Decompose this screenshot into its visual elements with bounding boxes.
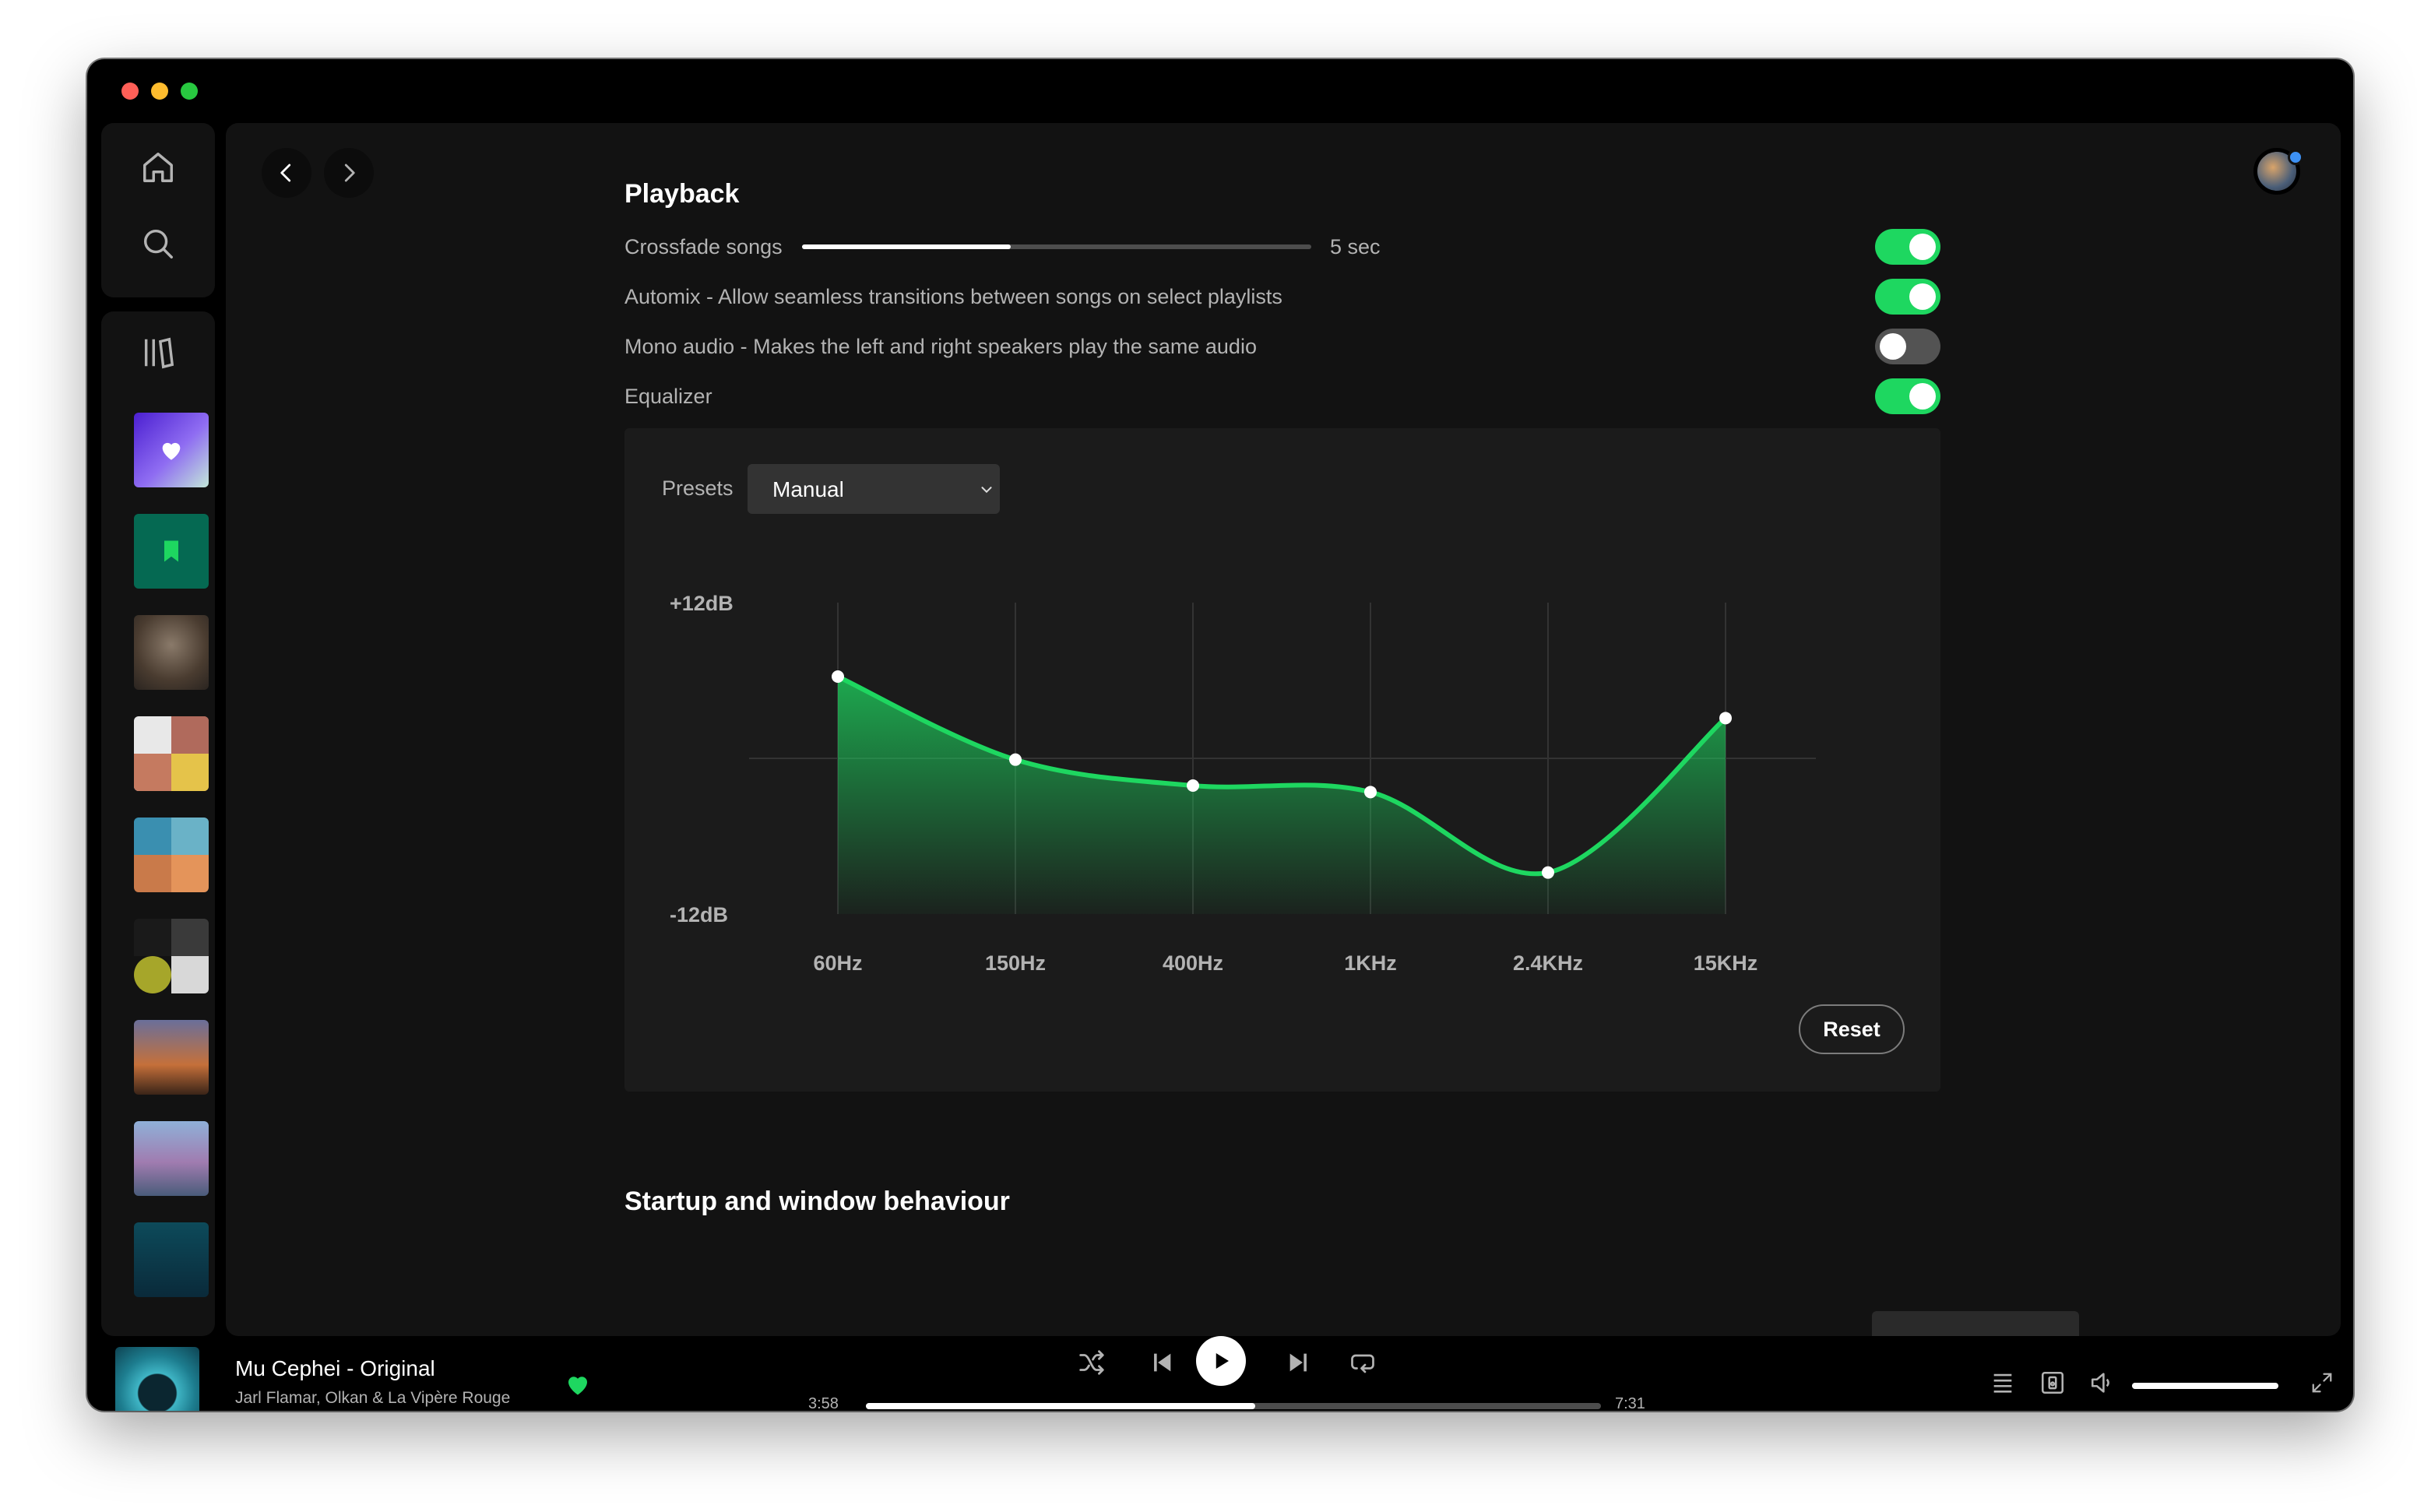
eq-ylabel-bottom: -12dB — [670, 903, 728, 927]
playback-progress-fill — [866, 1403, 1256, 1409]
bookmark-icon — [164, 540, 178, 562]
back-button[interactable] — [262, 148, 311, 198]
playlist-thumb-beach[interactable] — [134, 818, 209, 892]
crossfade-slider[interactable] — [802, 244, 1311, 249]
play-icon — [1216, 1353, 1229, 1369]
playlist-thumb-twenty[interactable] — [134, 919, 209, 993]
next-track-icon[interactable] — [1282, 1345, 1316, 1380]
forward-button[interactable] — [324, 148, 374, 198]
fullscreen-icon[interactable] — [2305, 1366, 2339, 1400]
playlist-thumb-organica[interactable] — [134, 615, 209, 690]
startup-dropdown[interactable] — [1872, 1311, 2079, 1336]
close-window-button[interactable] — [121, 83, 139, 100]
eq-xlabel-15KHz: 15KHz — [1694, 951, 1758, 975]
repeat-icon[interactable] — [1346, 1345, 1380, 1380]
eq-xlabel-150Hz: 150Hz — [985, 951, 1046, 975]
now-playing-title[interactable]: Mu Cephei - Original — [235, 1356, 435, 1381]
eq-ylabel-top: +12dB — [670, 592, 734, 615]
eq-xlabel-1KHz: 1KHz — [1344, 951, 1397, 975]
automix-label: Automix - Allow seamless transitions bet… — [624, 285, 1282, 308]
minimize-window-button[interactable] — [151, 83, 168, 100]
eq-band-handle-60Hz[interactable] — [832, 670, 844, 683]
startup-section-title: Startup and window behaviour — [624, 1187, 1010, 1216]
eq-area — [838, 677, 1726, 914]
eq-xlabel-400Hz: 400Hz — [1163, 951, 1223, 975]
playlist-thumb-sunset[interactable] — [134, 1020, 209, 1095]
eq-band-handle-150Hz[interactable] — [1009, 753, 1022, 766]
crossfade-label: Crossfade songs — [624, 235, 783, 258]
home-icon[interactable] — [139, 148, 178, 187]
eq-band-handle-15KHz[interactable] — [1719, 712, 1732, 725]
saved-episodes-thumb[interactable] — [134, 514, 209, 589]
now-playing-artist[interactable]: Jarl Flamar, Olkan & La Vipère Rouge — [235, 1389, 510, 1408]
liked-songs-thumb[interactable] — [134, 413, 209, 487]
reset-button[interactable]: Reset — [1799, 1004, 1905, 1054]
volume-slider[interactable] — [2132, 1383, 2278, 1389]
crossfade-slider-fill — [802, 244, 1011, 249]
eq-band-handle-1KHz[interactable] — [1364, 786, 1377, 799]
mono-audio-toggle[interactable] — [1875, 329, 1940, 364]
shuffle-icon[interactable] — [1075, 1345, 1109, 1380]
settings-main: Playback Crossfade songs 5 sec Automix -… — [226, 123, 2341, 1336]
crossfade-toggle[interactable] — [1875, 229, 1940, 265]
track-duration: 7:31 — [1615, 1395, 1645, 1411]
automix-toggle[interactable] — [1875, 279, 1940, 315]
playlist-thumb-mix[interactable] — [134, 716, 209, 791]
now-playing-cover[interactable] — [115, 1347, 199, 1411]
playlist-thumb-discover-weekly[interactable] — [134, 1121, 209, 1196]
connect-device-icon[interactable] — [2035, 1366, 2070, 1400]
playback-section-title: Playback — [624, 179, 740, 209]
eq-band-handle-2.4KHz[interactable] — [1542, 866, 1554, 879]
chevron-left-icon — [280, 164, 291, 182]
eq-xlabel-60Hz: 60Hz — [813, 951, 862, 975]
mono-audio-label: Mono audio - Makes the left and right sp… — [624, 335, 1257, 358]
sidebar-nav — [101, 123, 215, 297]
eq-xlabel-2.4KHz: 2.4KHz — [1513, 951, 1583, 975]
library-icon[interactable] — [139, 333, 178, 372]
app-window: Playback Crossfade songs 5 sec Automix -… — [87, 59, 2353, 1411]
equalizer-label: Equalizer — [624, 385, 712, 408]
previous-track-icon[interactable] — [1145, 1345, 1179, 1380]
play-button[interactable] — [1196, 1336, 1246, 1386]
volume-icon[interactable] — [2085, 1366, 2120, 1400]
chevron-right-icon — [344, 164, 355, 182]
crossfade-value: 5 sec — [1330, 235, 1381, 258]
playlist-thumb-organic-house[interactable] — [134, 1222, 209, 1297]
playback-progress-bar[interactable] — [866, 1403, 1601, 1409]
now-playing-bar: Mu Cephei - Original Jarl Flamar, Olkan … — [87, 1336, 2353, 1411]
equalizer-chart[interactable]: +12dB -12dB 60Hz 150Hz 400Hz 1KHz 2.4KHz 15KHz — [624, 428, 1940, 989]
liked-heart-icon[interactable] — [564, 1370, 592, 1402]
notification-dot — [2288, 149, 2303, 165]
volume-slider-fill — [2132, 1383, 2278, 1389]
sidebar-library — [101, 311, 215, 1336]
heart-icon — [162, 442, 181, 460]
elapsed-time: 3:58 — [808, 1395, 839, 1411]
equalizer-panel: Presets Manual +12dB -12dB 60Hz 150Hz 400Hz 1… — [624, 428, 1940, 1092]
queue-icon[interactable] — [1986, 1366, 2020, 1400]
equalizer-toggle[interactable] — [1875, 378, 1940, 414]
eq-band-handle-400Hz[interactable] — [1187, 779, 1199, 792]
search-icon[interactable] — [139, 224, 178, 263]
maximize-window-button[interactable] — [181, 83, 198, 100]
